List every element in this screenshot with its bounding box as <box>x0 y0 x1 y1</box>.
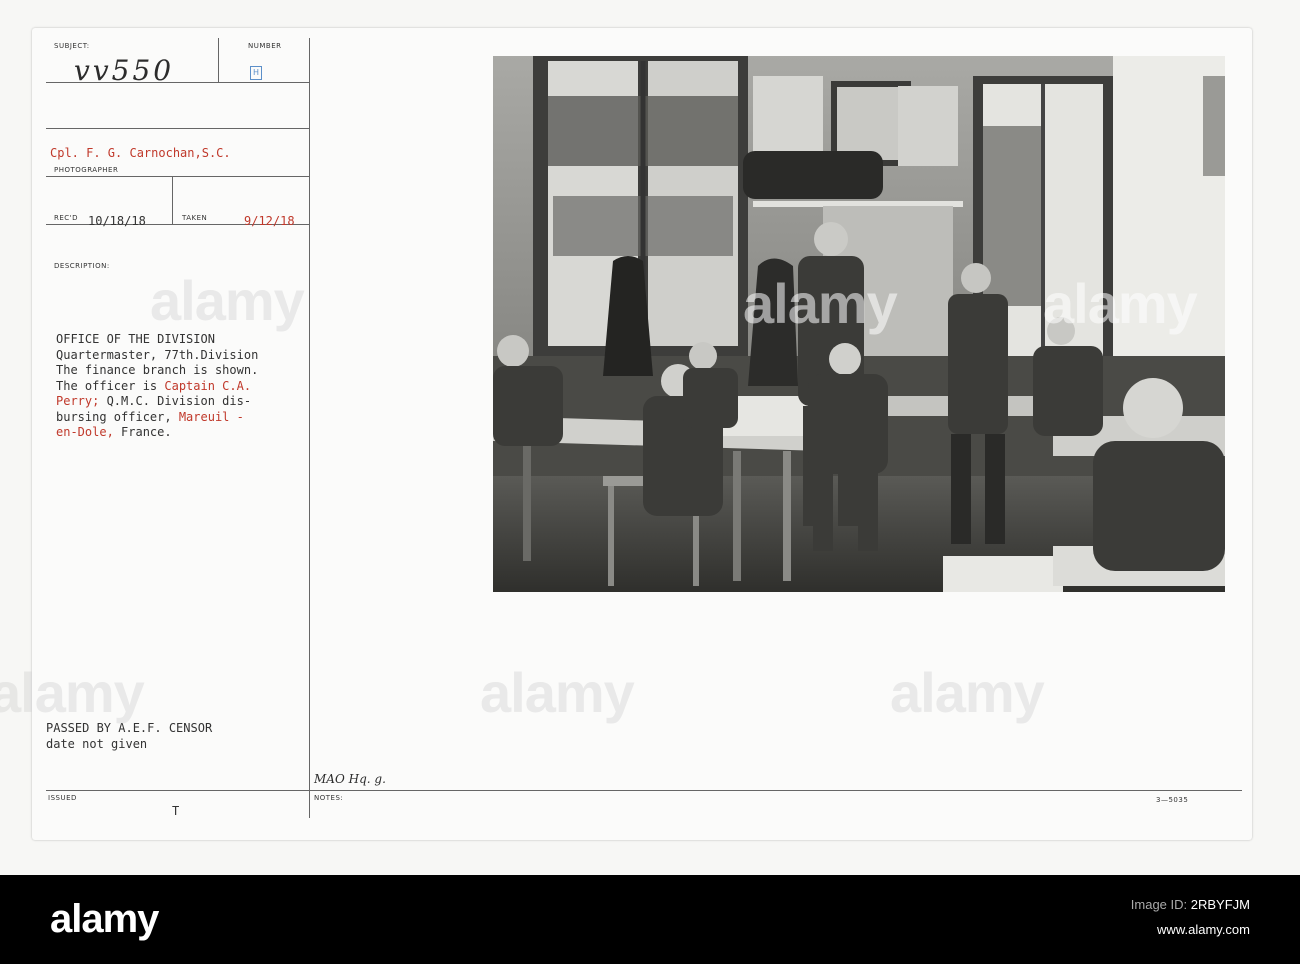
rule-photographer <box>46 176 310 177</box>
description-label: DESCRIPTION: <box>54 262 110 270</box>
notes-label: NOTES: <box>314 794 344 802</box>
image-id: 2RBYFJM <box>1190 897 1250 912</box>
historical-photograph: alamy alamy <box>493 56 1225 592</box>
divider-recd-taken <box>172 176 173 224</box>
taken-date: 9/12/18 <box>244 214 295 228</box>
notes-handwritten: MAO Hq. g. <box>314 772 386 786</box>
subject-label: SUBJECT: <box>54 42 90 50</box>
watermark-card-bottom-right: alamy <box>890 661 1045 724</box>
watermark-card-bottom-mid: alamy <box>480 661 635 724</box>
image-id-label: Image ID: <box>1130 897 1188 912</box>
rule-bottom <box>46 790 1242 791</box>
description-line: The finance branch is shown. <box>56 363 259 377</box>
subject-number-handwritten: vv550 <box>74 54 175 87</box>
divider-left-column <box>309 38 310 818</box>
footer-site[interactable]: www.alamy.com <box>1131 922 1250 937</box>
number-stamp: H <box>250 66 262 80</box>
recd-date: 10/18/18 <box>88 214 146 228</box>
censor-line-2: date not given <box>46 737 148 751</box>
description-text: OFFICE OF THE DIVISION Quartermaster, 77… <box>56 332 258 441</box>
photographer-label: PHOTOGRAPHER <box>54 166 119 174</box>
watermark-card-bottom-left: alamy <box>0 661 145 724</box>
description-line: en-Dole, France. <box>56 425 172 439</box>
rule-photographer-top <box>46 128 310 129</box>
photographer-name: Cpl. F. G. Carnochan,S.C. <box>50 146 231 160</box>
stock-footer-bar: alamy Image ID: 2RBYFJM www.alamy.com <box>0 875 1300 964</box>
issued-label: ISSUED <box>48 794 77 802</box>
issued-mark: T <box>172 804 180 818</box>
number-label: NUMBER <box>248 42 282 50</box>
description-line: bursing officer, Mareuil - <box>56 409 244 424</box>
watermark-photo-right: alamy <box>1043 272 1198 335</box>
description-line: Quartermaster, 77th.Division <box>56 347 259 362</box>
alamy-logo: alamy <box>50 897 159 941</box>
divider-subject-number <box>218 38 219 82</box>
form-code: 3—5035 <box>1156 796 1189 804</box>
watermark-photo: alamy <box>743 272 898 335</box>
description-line: Perry; Q.M.C. Division dis- <box>56 394 252 408</box>
description-line: OFFICE OF THE DIVISION <box>56 332 215 346</box>
description-line: The officer is Captain C.A. <box>56 378 252 393</box>
taken-label: TAKEN <box>182 214 208 222</box>
recd-label: REC'D <box>54 214 78 222</box>
watermark-card-left: alamy <box>150 269 305 332</box>
footer-meta: Image ID: 2RBYFJM www.alamy.com <box>1131 897 1250 937</box>
